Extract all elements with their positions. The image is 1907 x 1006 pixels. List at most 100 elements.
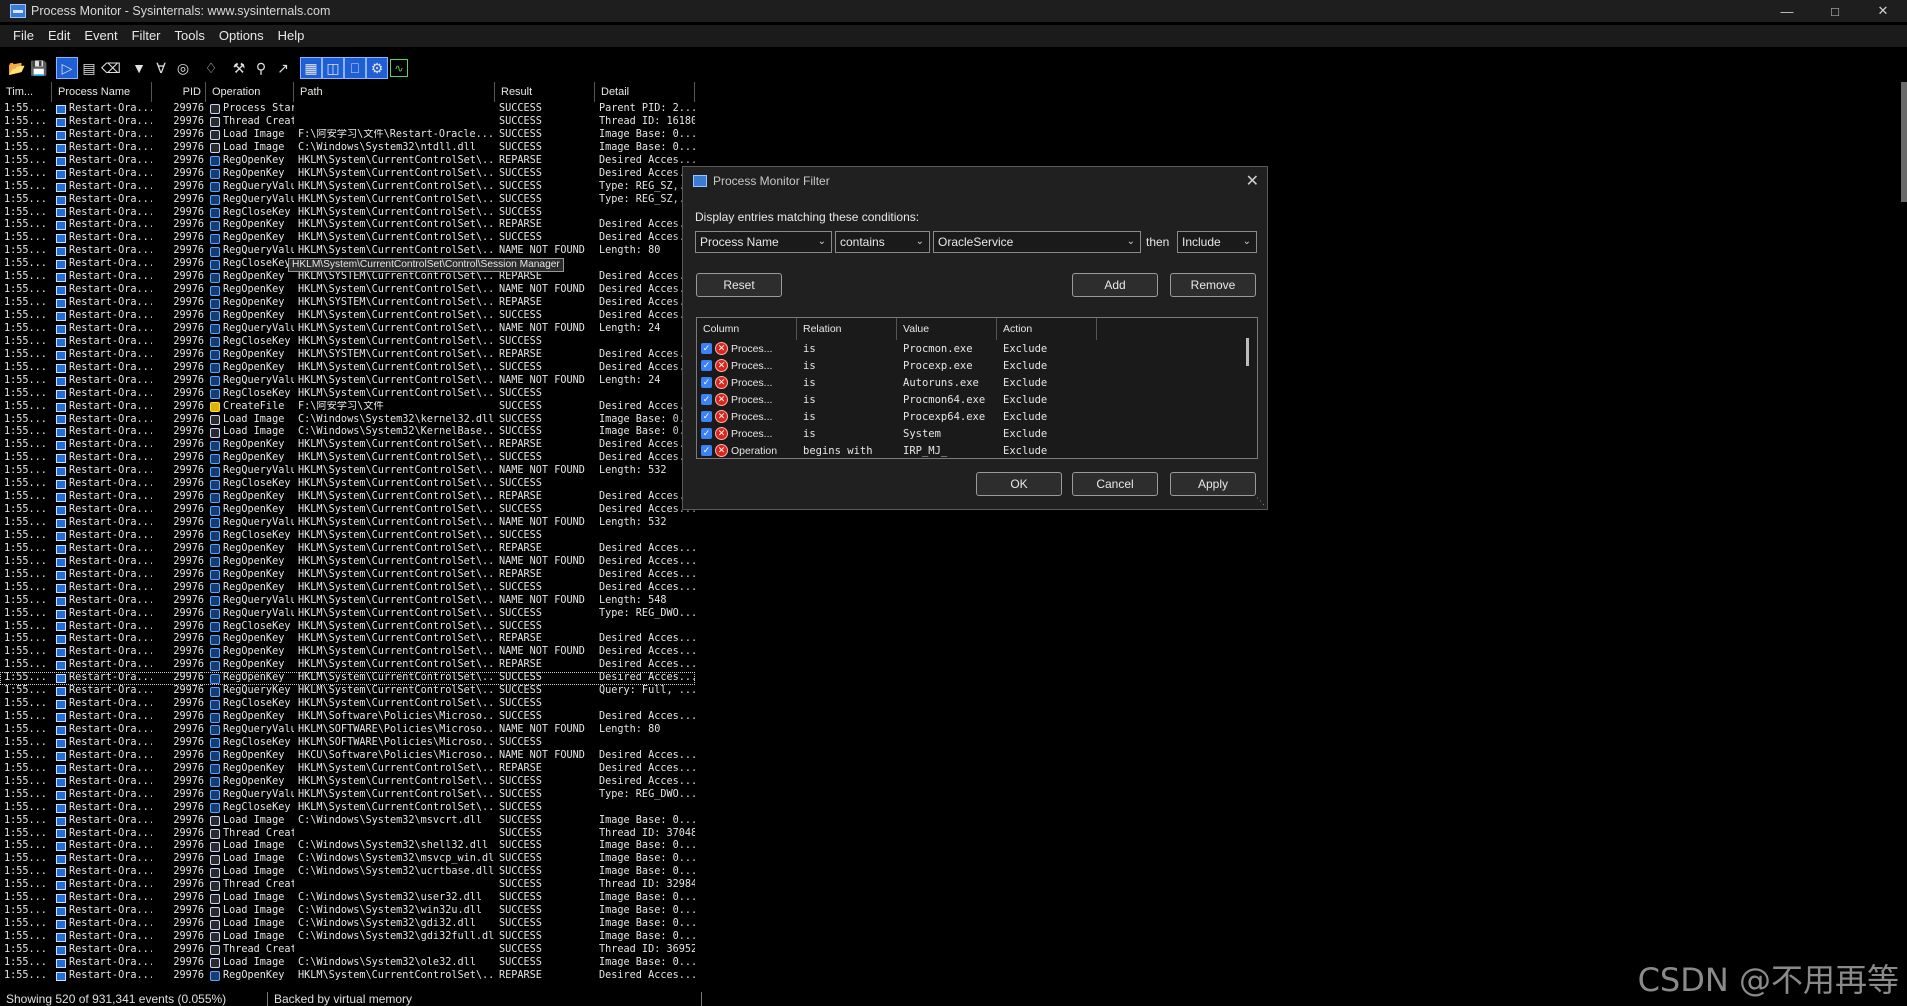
table-row[interactable]: 1:55... Restart-Ora... 29976 RegQueryValue H… — [0, 181, 695, 194]
table-row[interactable]: 1:55... Restart-Ora... 29976 RegCloseKey HKL… — [0, 336, 695, 349]
table-row[interactable]: 1:55... Restart-Ora... 29976 Load Image C:\W… — [0, 414, 695, 427]
table-row[interactable]: 1:55... Restart-Ora... 29976 RegOpenKey HKLM… — [0, 232, 695, 245]
table-row[interactable]: 1:55... Restart-Ora... 29976 RegOpenKey HKCU… — [0, 750, 695, 763]
table-row[interactable]: 1:55... Restart-Ora... 29976 RegOpenKey HKLM… — [0, 219, 695, 232]
table-row[interactable]: 1:55... Restart-Ora... 29976 RegQueryKey HKL… — [0, 685, 695, 698]
menu-file[interactable]: File — [6, 25, 41, 47]
highlight-icon[interactable]: ∀ — [150, 57, 172, 79]
condition-row[interactable]: ✓ ✕ Operation begins with IRP_MJ_ Exclude — [697, 442, 1257, 458]
table-row[interactable]: 1:55... Restart-Ora... 29976 RegCloseKey HKL… — [0, 530, 695, 543]
resize-grip-icon[interactable]: ⋱ — [1256, 496, 1265, 507]
table-row[interactable]: 1:55... Restart-Ora... 29976 RegOpenKey HKLM… — [0, 711, 695, 724]
cond-col-column[interactable]: Column — [697, 318, 797, 340]
table-row[interactable]: 1:55... Restart-Ora... 29976 RegOpenKey HKLM… — [0, 970, 695, 983]
table-row[interactable]: 1:55... Restart-Ora... 29976 Load Image C:\W… — [0, 957, 695, 970]
table-row[interactable]: 1:55... Restart-Ora... 29976 Thread Create S… — [0, 116, 695, 129]
table-row[interactable]: 1:55... Restart-Ora... 29976 RegOpenKey HKLM… — [0, 284, 695, 297]
checkbox-checked-icon[interactable]: ✓ — [701, 360, 712, 371]
close-icon[interactable]: ✕ — [1859, 0, 1907, 22]
table-row[interactable]: 1:55... Restart-Ora... 29976 RegOpenKey HKLM… — [0, 439, 695, 452]
table-row[interactable]: 1:55... Restart-Ora... 29976 RegCloseKey HKL… — [0, 388, 695, 401]
filter-icon[interactable]: ▼ — [128, 57, 150, 79]
table-row[interactable]: 1:55... Restart-Ora... 29976 Load Image C:\W… — [0, 931, 695, 944]
table-row[interactable]: 1:55... Restart-Ora... 29976 RegOpenKey HKLM… — [0, 569, 695, 582]
checkbox-checked-icon[interactable]: ✓ — [701, 411, 712, 422]
table-row[interactable]: 1:55... Restart-Ora... 29976 RegQueryValue H… — [0, 194, 695, 207]
table-row[interactable]: 1:55... Restart-Ora... 29976 RegQueryValue H… — [0, 245, 695, 258]
condition-row[interactable]: ✓ ✕ Proces... is Procexp64.exe Exclude — [697, 408, 1257, 425]
condition-row[interactable]: ✓ ✕ Proces... is System Exclude — [697, 425, 1257, 442]
table-row[interactable]: 1:55... Restart-Ora... 29976 CreateFile F:\阿… — [0, 401, 695, 414]
table-row[interactable]: 1:55... Restart-Ora... 29976 RegOpenKey HKLM… — [0, 271, 695, 284]
ok-button[interactable]: OK — [976, 472, 1062, 496]
cancel-button[interactable]: Cancel — [1072, 472, 1158, 496]
vertical-scrollbar[interactable] — [1901, 82, 1907, 202]
table-row[interactable]: 1:55... Restart-Ora... 29976 Load Image C:\W… — [0, 815, 695, 828]
table-row[interactable]: 1:55... Restart-Ora... 29976 RegOpenKey HKLM… — [0, 672, 695, 686]
menu-event[interactable]: Event — [77, 25, 124, 47]
table-row[interactable]: 1:55... Restart-Ora... 29976 RegCloseKey HKL… — [0, 698, 695, 711]
table-row[interactable]: 1:55... Restart-Ora... 29976 RegOpenKey HKLM… — [0, 168, 695, 181]
capture-icon[interactable]: ▷ — [56, 57, 78, 79]
process-activity-icon[interactable]: ⚙ — [366, 57, 388, 79]
table-row[interactable]: 1:55... Restart-Ora... 29976 Load Image C:\W… — [0, 142, 695, 155]
table-row[interactable]: 1:55... Restart-Ora... 29976 Load Image C:\W… — [0, 853, 695, 866]
table-row[interactable]: 1:55... Restart-Ora... 29976 RegOpenKey HKLM… — [0, 633, 695, 646]
col-pid[interactable]: PID — [152, 82, 206, 102]
table-row[interactable]: 1:55... Restart-Ora... 29976 RegOpenKey HKLM… — [0, 491, 695, 504]
profiling-icon[interactable]: ∿ — [390, 59, 408, 77]
table-row[interactable]: 1:55... Restart-Ora... 29976 RegCloseKey HKL… — [0, 621, 695, 634]
table-row[interactable]: 1:55... Restart-Ora... 29976 RegOpenKey HKLM… — [0, 504, 695, 517]
table-row[interactable]: 1:55... Restart-Ora... 29976 RegQueryValue H… — [0, 789, 695, 802]
table-row[interactable]: 1:55... Restart-Ora... 29976 RegOpenKey HKLM… — [0, 297, 695, 310]
target-icon[interactable]: ◎ — [172, 57, 194, 79]
table-row[interactable]: 1:55... Restart-Ora... 29976 RegQueryValue H… — [0, 375, 695, 388]
menu-options[interactable]: Options — [212, 25, 271, 47]
table-row[interactable]: 1:55... Restart-Ora... 29976 RegCloseKey HKL… — [0, 478, 695, 491]
table-row[interactable]: 1:55... Restart-Ora... 29976 RegOpenKey HKLM… — [0, 776, 695, 789]
col-result[interactable]: Result — [495, 82, 595, 102]
menu-help[interactable]: Help — [271, 25, 312, 47]
table-row[interactable]: 1:55... Restart-Ora... 29976 RegQueryValue H… — [0, 465, 695, 478]
col-time[interactable]: Tim... — [0, 82, 52, 102]
col-detail[interactable]: Detail — [595, 82, 695, 102]
table-row[interactable]: 1:55... Restart-Ora... 29976 RegOpenKey HKLM… — [0, 556, 695, 569]
conditions-table[interactable]: Column Relation Value Action ✓ ✕ Proces...… — [696, 317, 1258, 459]
file-activity-icon[interactable]: ◫ — [322, 57, 344, 79]
table-row[interactable]: 1:55... Restart-Ora... 29976 RegOpenKey HKLM… — [0, 659, 695, 672]
table-row[interactable]: 1:55... Restart-Ora... 29976 Load Image C:\W… — [0, 905, 695, 918]
col-process-name[interactable]: Process Name — [52, 82, 152, 102]
condition-row[interactable]: ✓ ✕ Proces... is Procmon64.exe Exclude — [697, 391, 1257, 408]
open-icon[interactable]: 📂 — [6, 57, 28, 79]
network-activity-icon[interactable]: ⎕ — [344, 57, 366, 79]
table-row[interactable]: 1:55... Restart-Ora... 29976 RegOpenKey HKLM… — [0, 310, 695, 323]
condition-row[interactable]: ✓ ✕ Proces... is Procexp.exe Exclude — [697, 357, 1257, 374]
jump-icon[interactable]: ↗ — [272, 57, 294, 79]
table-row[interactable]: 1:55... Restart-Ora... 29976 Thread Create S… — [0, 879, 695, 892]
table-row[interactable]: 1:55... Restart-Ora... 29976 RegQueryValue H… — [0, 724, 695, 737]
table-row[interactable]: 1:55... Restart-Ora... 29976 Thread Create S… — [0, 944, 695, 957]
table-row[interactable]: 1:55... Restart-Ora... 29976 RegCloseKey HKL… — [0, 737, 695, 750]
table-row[interactable]: 1:55... Restart-Ora... 29976 Thread Create S… — [0, 828, 695, 841]
condition-row[interactable]: ✓ ✕ Proces... is Autoruns.exe Exclude — [697, 374, 1257, 391]
table-row[interactable]: 1:55... Restart-Ora... 29976 RegOpenKey HKLM… — [0, 362, 695, 375]
clear-icon[interactable]: ⌫ — [100, 57, 122, 79]
cond-col-value[interactable]: Value — [897, 318, 997, 340]
reset-button[interactable]: Reset — [696, 273, 782, 297]
remove-button[interactable]: Remove — [1170, 273, 1256, 297]
action-dropdown[interactable]: Include ⌄ — [1177, 231, 1257, 253]
find-icon[interactable]: ⚲ — [250, 57, 272, 79]
table-row[interactable]: 1:55... Restart-Ora... 29976 Load Image C:\W… — [0, 426, 695, 439]
menu-filter[interactable]: Filter — [125, 25, 168, 47]
menu-tools[interactable]: Tools — [168, 25, 212, 47]
apply-button[interactable]: Apply — [1170, 472, 1256, 496]
table-row[interactable]: 1:55... Restart-Ora... 29976 Load Image F:\阿… — [0, 129, 695, 142]
table-row[interactable]: 1:55... Restart-Ora... 29976 RegOpenKey HKLM… — [0, 452, 695, 465]
table-row[interactable]: 1:55... Restart-Ora... 29976 RegCloseKey HKL… — [0, 802, 695, 815]
value-combobox[interactable]: OracleService ⌄ — [933, 231, 1141, 253]
table-row[interactable]: 1:55... Restart-Ora... 29976 RegOpenKey HKLM… — [0, 763, 695, 776]
registry-activity-icon[interactable]: ▦ — [300, 57, 322, 79]
table-row[interactable]: 1:55... Restart-Ora... 29976 RegOpenKey HKLM… — [0, 582, 695, 595]
checkbox-checked-icon[interactable]: ✓ — [701, 428, 712, 439]
maximize-icon[interactable]: □ — [1811, 0, 1859, 22]
